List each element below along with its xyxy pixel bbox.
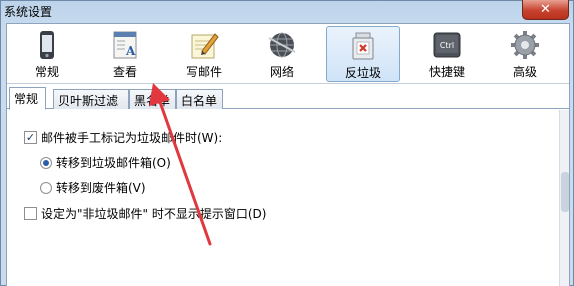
move-to-trash-radio[interactable] bbox=[40, 181, 52, 194]
close-icon: ✕ bbox=[540, 2, 551, 17]
pencil-icon bbox=[191, 33, 219, 59]
tab-blacklist[interactable]: 黑名单 bbox=[129, 89, 176, 109]
ctrl-key-text: Ctrl bbox=[440, 41, 454, 50]
toolbar-view[interactable]: A 查看 bbox=[88, 26, 162, 82]
general-panel: ✓ 邮件被手工标记为垃圾邮件时(W): 转移到垃圾邮件箱(O) 转移到废件箱(V… bbox=[7, 110, 569, 286]
toolbar-advanced[interactable]: 高级 bbox=[488, 26, 562, 82]
mark-as-spam-option[interactable]: ✓ 邮件被手工标记为垃圾邮件时(W): bbox=[24, 129, 222, 146]
toolbar-label: 查看 bbox=[112, 65, 137, 79]
gear-icon bbox=[511, 31, 539, 59]
panel-scrollbar[interactable] bbox=[559, 110, 569, 286]
tab-general[interactable]: 常规 bbox=[9, 87, 46, 110]
move-to-trash-option[interactable]: 转移到废件箱(V) bbox=[40, 179, 146, 196]
move-to-spam-label: 转移到垃圾邮件箱(O) bbox=[56, 156, 171, 170]
view-icon: A bbox=[113, 31, 137, 59]
no-prompt-label: 设定为"非垃圾邮件" 时不显示提示窗口(D) bbox=[41, 207, 267, 221]
scrollbar-thumb[interactable] bbox=[561, 172, 569, 212]
toolbar-label: 常规 bbox=[34, 65, 59, 79]
no-prompt-checkbox[interactable] bbox=[24, 207, 37, 220]
tab-whitelist[interactable]: 白名单 bbox=[176, 89, 223, 109]
tab-bayesian-filter[interactable]: 贝叶斯过滤 bbox=[53, 89, 129, 109]
move-to-trash-label: 转移到废件箱(V) bbox=[56, 181, 146, 195]
settings-toolbar: 常规 A 查看 写邮件 网络 反垃圾 Ctrl 快捷键 高级 bbox=[7, 24, 569, 84]
toolbar-label: 快捷键 bbox=[428, 65, 465, 79]
svg-text:A: A bbox=[125, 44, 136, 58]
no-prompt-option[interactable]: 设定为"非垃圾邮件" 时不显示提示窗口(D) bbox=[24, 205, 266, 222]
toolbar-network[interactable]: 网络 bbox=[245, 26, 319, 82]
phone-icon bbox=[40, 31, 54, 59]
tab-strip: 常规 贝叶斯过滤 黑名单 白名单 bbox=[7, 87, 569, 110]
title-bar: 系统设置 ✕ bbox=[1, 0, 574, 23]
mark-as-spam-checkbox[interactable]: ✓ bbox=[24, 131, 37, 144]
window-title: 系统设置 bbox=[4, 5, 53, 19]
move-to-spam-option[interactable]: 转移到垃圾邮件箱(O) bbox=[40, 154, 171, 171]
close-button[interactable]: ✕ bbox=[522, 0, 569, 20]
toolbar-shortcuts[interactable]: Ctrl 快捷键 bbox=[410, 26, 484, 82]
antispam-icon bbox=[352, 32, 374, 60]
move-to-spam-radio[interactable] bbox=[40, 156, 52, 169]
toolbar-label: 反垃圾 bbox=[344, 66, 381, 80]
toolbar-label: 写邮件 bbox=[185, 65, 222, 79]
ctrl-key-icon: Ctrl bbox=[433, 32, 461, 58]
client-area: 常规 A 查看 写邮件 网络 反垃圾 Ctrl 快捷键 高级 常规 贝叶斯过滤 … bbox=[6, 23, 570, 286]
globe-icon bbox=[268, 32, 296, 58]
toolbar-general[interactable]: 常规 bbox=[10, 26, 84, 82]
mark-as-spam-label: 邮件被手工标记为垃圾邮件时(W): bbox=[41, 131, 223, 145]
toolbar-label: 网络 bbox=[269, 65, 294, 79]
settings-window: 系统设置 ✕ 常规 A 查看 写邮件 网络 反垃圾 Ctrl 快捷键 高级 常规… bbox=[0, 0, 574, 286]
toolbar-label: 高级 bbox=[512, 65, 537, 79]
toolbar-antispam[interactable]: 反垃圾 bbox=[326, 26, 400, 82]
toolbar-compose[interactable]: 写邮件 bbox=[167, 26, 241, 82]
